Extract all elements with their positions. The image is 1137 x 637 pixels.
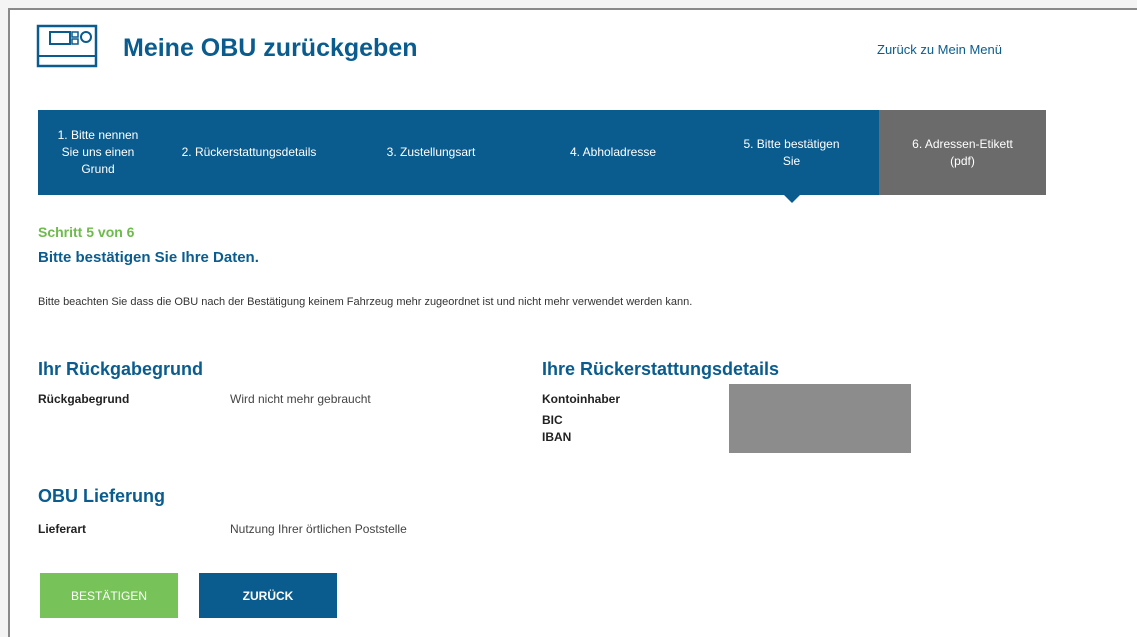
back-to-menu-link[interactable]: Zurück zu Mein Menü bbox=[877, 42, 1002, 57]
step-progress-bar: 1. Bitte nennen Sie uns einen Grund 2. R… bbox=[38, 110, 1046, 203]
step-4-pickup-address[interactable]: 4. Abholadresse bbox=[522, 110, 704, 195]
page-title: Meine OBU zurückgeben bbox=[123, 34, 418, 62]
confirm-button[interactable]: BESTÄTIGEN bbox=[40, 573, 178, 618]
back-button[interactable]: ZURÜCK bbox=[199, 573, 337, 618]
return-reason-label: Rückgabegrund bbox=[38, 392, 130, 406]
obu-device-icon bbox=[36, 24, 98, 68]
deregistration-notice: Bitte beachten Sie dass die OBU nach der… bbox=[38, 296, 693, 308]
step-1-reason[interactable]: 1. Bitte nennen Sie uns einen Grund bbox=[38, 110, 158, 195]
step-2-refund-details[interactable]: 2. Rückerstattungsdetails bbox=[158, 110, 340, 195]
step-1-label-line1: 1. Bitte nennen bbox=[57, 128, 139, 142]
return-reason-value: Wird nicht mehr gebraucht bbox=[230, 392, 371, 406]
redacted-bank-details bbox=[729, 384, 911, 453]
iban-label: IBAN bbox=[542, 430, 572, 444]
step-5-label-line1: 5. Bitte bestätigen bbox=[743, 136, 840, 151]
account-holder-label: Kontoinhaber bbox=[542, 392, 620, 406]
step-4-label: 4. Abholadresse bbox=[569, 145, 657, 159]
bic-label: BIC bbox=[542, 413, 563, 427]
step-counter: Schritt 5 von 6 bbox=[38, 224, 135, 240]
refund-details-heading: Ihre Rückerstattungsdetails bbox=[542, 359, 780, 379]
step-1-label-line2: Sie uns einen bbox=[61, 145, 135, 159]
step-6-label-line2: (pdf) bbox=[950, 153, 975, 168]
delivery-type-value: Nutzung Ihrer örtlichen Poststelle bbox=[230, 522, 407, 536]
step-3-delivery-type[interactable]: 3. Zustellungsart bbox=[340, 110, 522, 195]
step-6-label-line1: 6. Adressen-Etikett bbox=[912, 136, 1013, 151]
page-header: Meine OBU zurückgeben Zurück zu Mein Men… bbox=[10, 10, 1137, 110]
step-5-label-line2: Sie bbox=[782, 153, 801, 168]
step-6-address-label: 6. Adressen-Etikett (pdf) bbox=[879, 110, 1046, 195]
step-3-label: 3. Zustellungsart bbox=[386, 145, 476, 159]
delivery-type-label: Lieferart bbox=[38, 522, 87, 536]
delivery-heading: OBU Lieferung bbox=[38, 486, 166, 506]
return-reason-heading: Ihr Rückgabegrund bbox=[38, 359, 204, 379]
page-frame: Meine OBU zurückgeben Zurück zu Mein Men… bbox=[8, 8, 1137, 637]
confirm-heading: Bitte bestätigen Sie Ihre Daten. bbox=[38, 249, 259, 266]
step-2-label: 2. Rückerstattungsdetails bbox=[181, 145, 317, 159]
step-5-confirm: 5. Bitte bestätigen Sie bbox=[704, 110, 879, 203]
step-1-label-line3: Grund bbox=[81, 162, 115, 176]
